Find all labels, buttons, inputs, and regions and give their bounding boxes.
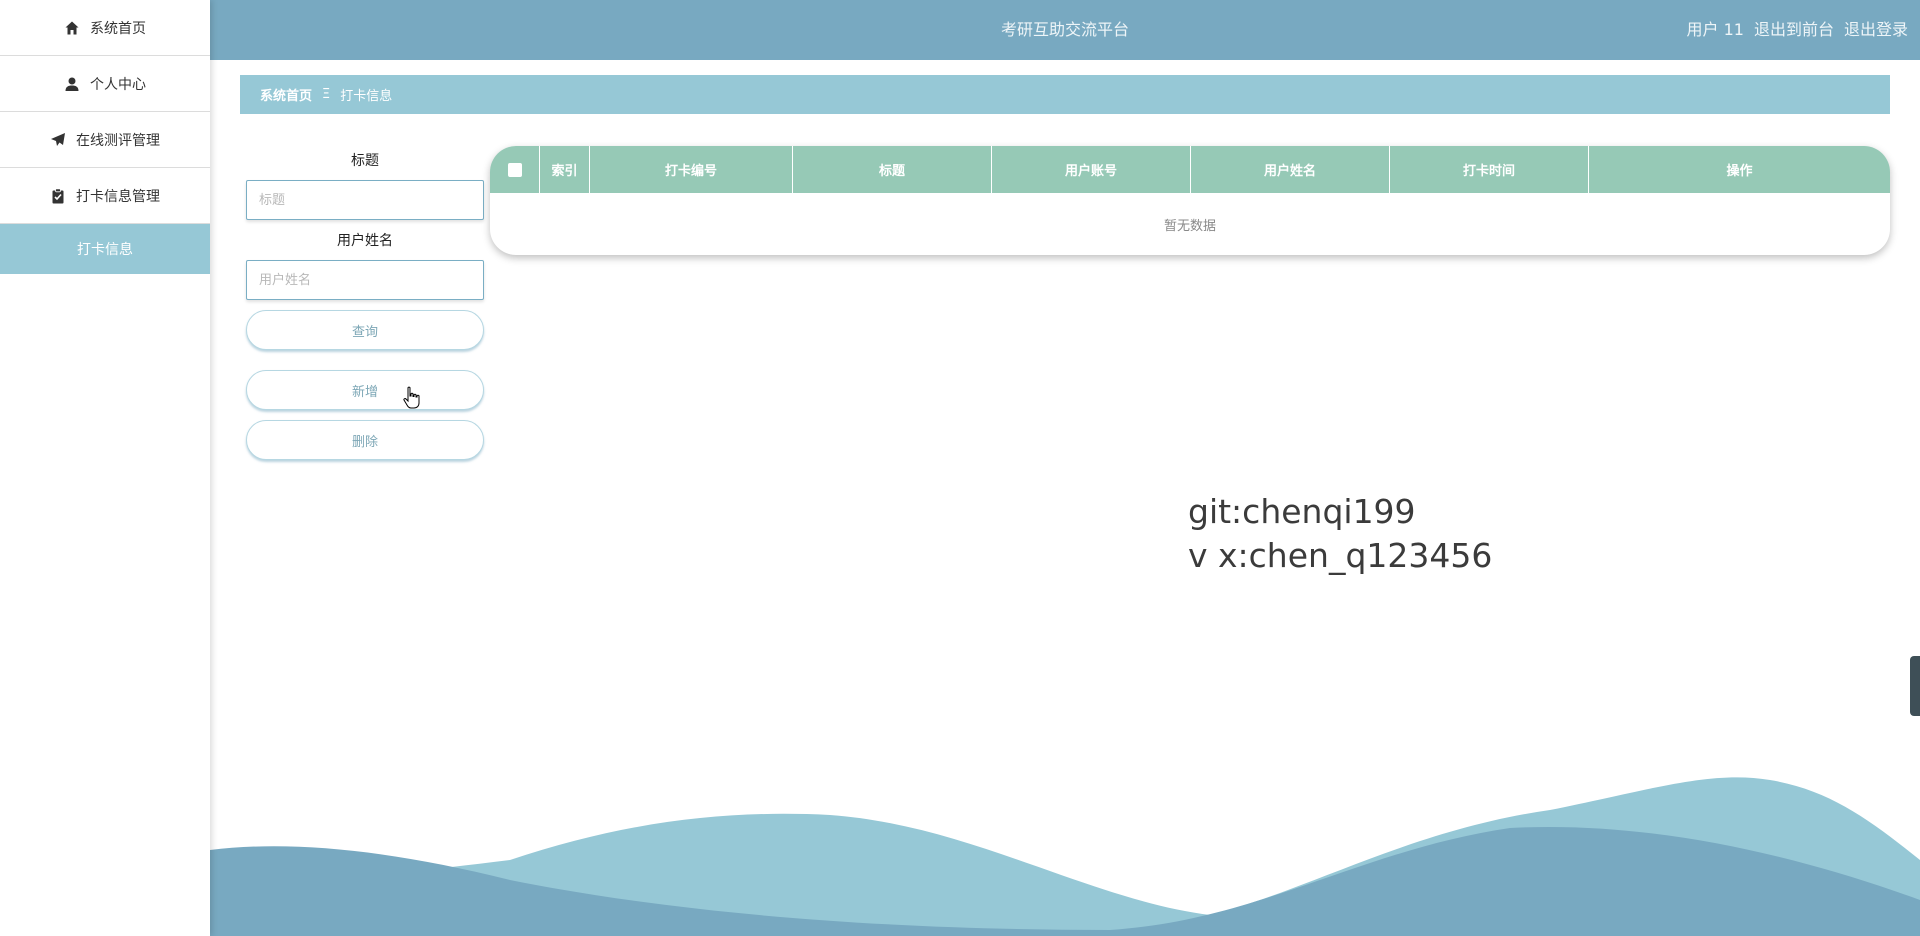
top-header: 考研互助交流平台 用户 11 退出到前台 退出登录	[210, 0, 1920, 60]
breadcrumb-separator: Ξ	[322, 87, 331, 102]
column-header-user-account: 用户账号	[992, 146, 1191, 193]
table-header: 索引 打卡编号 标题 用户账号 用户姓名 打卡时间 操作	[490, 146, 1890, 193]
sidebar-subitem-label: 打卡信息	[77, 242, 133, 258]
sidebar-item-home[interactable]: 系统首页	[0, 0, 210, 56]
column-header-checkin-number: 打卡编号	[590, 146, 793, 193]
add-button[interactable]: 新增	[246, 370, 484, 410]
clipboard-icon	[50, 187, 66, 204]
watermark-text: git:chenqi199 v x:chen_q123456	[1188, 490, 1492, 578]
paper-plane-icon	[50, 132, 66, 148]
user-icon	[64, 76, 80, 92]
watermark-line-1: git:chenqi199	[1188, 492, 1416, 531]
side-drawer-handle[interactable]	[1910, 656, 1920, 716]
query-button[interactable]: 查询	[246, 310, 484, 350]
sidebar: 系统首页 个人中心 在线测评管理 打卡信息管理 打卡信息	[0, 0, 210, 936]
current-user: 用户 11	[1686, 20, 1744, 39]
sidebar-item-label: 在线测评管理	[76, 132, 160, 149]
header-user-area: 用户 11 退出到前台 退出登录	[1687, 0, 1908, 60]
exit-to-frontend-link[interactable]: 退出到前台	[1754, 0, 1834, 60]
column-header-actions: 操作	[1726, 164, 1753, 179]
username-search-input[interactable]	[246, 260, 484, 300]
empty-table-message: 暂无数据	[1163, 218, 1216, 234]
checkin-table: 索引 打卡编号 标题 用户账号 用户姓名 打卡时间 操作 暂无数据	[490, 146, 1890, 255]
breadcrumb-home[interactable]: 系统首页	[260, 85, 312, 104]
home-icon	[64, 20, 80, 36]
decorative-waves	[210, 777, 1920, 936]
logout-link[interactable]: 退出登录	[1844, 0, 1908, 60]
breadcrumb-current: 打卡信息	[340, 89, 393, 104]
column-header-title: 标题	[793, 146, 992, 193]
sidebar-item-checkin-management[interactable]: 打卡信息管理	[0, 168, 210, 224]
column-header-user-name: 用户姓名	[1191, 146, 1390, 193]
column-header-checkin-time: 打卡时间	[1390, 146, 1589, 193]
breadcrumb: 系统首页 Ξ 打卡信息	[240, 75, 1890, 114]
column-header-index: 索引	[540, 146, 590, 193]
watermark-line-2: v x:chen_q123456	[1188, 536, 1493, 575]
username-label: 用户姓名	[337, 233, 393, 249]
sidebar-subitem-checkin-info[interactable]: 打卡信息	[0, 224, 210, 274]
title-label: 标题	[351, 153, 379, 169]
sidebar-item-profile[interactable]: 个人中心	[0, 56, 210, 112]
sidebar-item-label: 打卡信息管理	[76, 188, 160, 205]
hand-cursor-icon	[403, 386, 420, 409]
select-all-cell	[490, 146, 540, 193]
delete-button[interactable]: 删除	[246, 420, 484, 460]
title-search-input[interactable]	[246, 180, 484, 220]
sidebar-item-label: 个人中心	[90, 76, 146, 93]
sidebar-item-online-test[interactable]: 在线测评管理	[0, 112, 210, 168]
app-title: 考研互助交流平台	[1000, 20, 1129, 39]
search-panel: 标题 用户姓名 查询 新增 删除	[246, 150, 484, 460]
sidebar-item-label: 系统首页	[90, 20, 146, 37]
select-all-checkbox[interactable]	[507, 162, 522, 177]
